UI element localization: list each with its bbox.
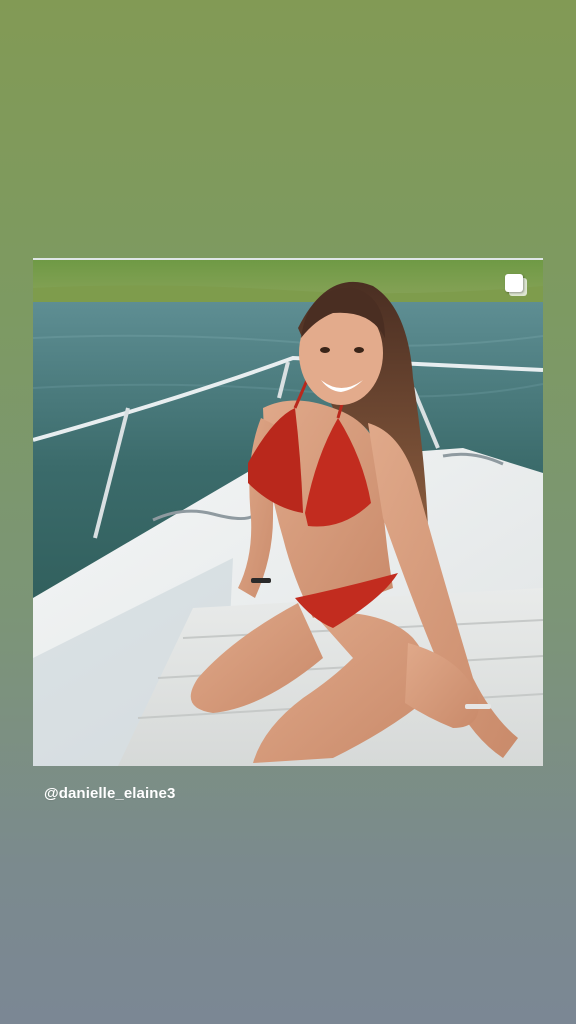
- shared-post-photo[interactable]: [33, 258, 543, 766]
- multiple-photos-icon: [505, 274, 527, 296]
- story-screen: @danielle_elaine3: [0, 0, 576, 1024]
- photo-illustration: [33, 258, 543, 766]
- username-mention[interactable]: @danielle_elaine3: [44, 785, 175, 802]
